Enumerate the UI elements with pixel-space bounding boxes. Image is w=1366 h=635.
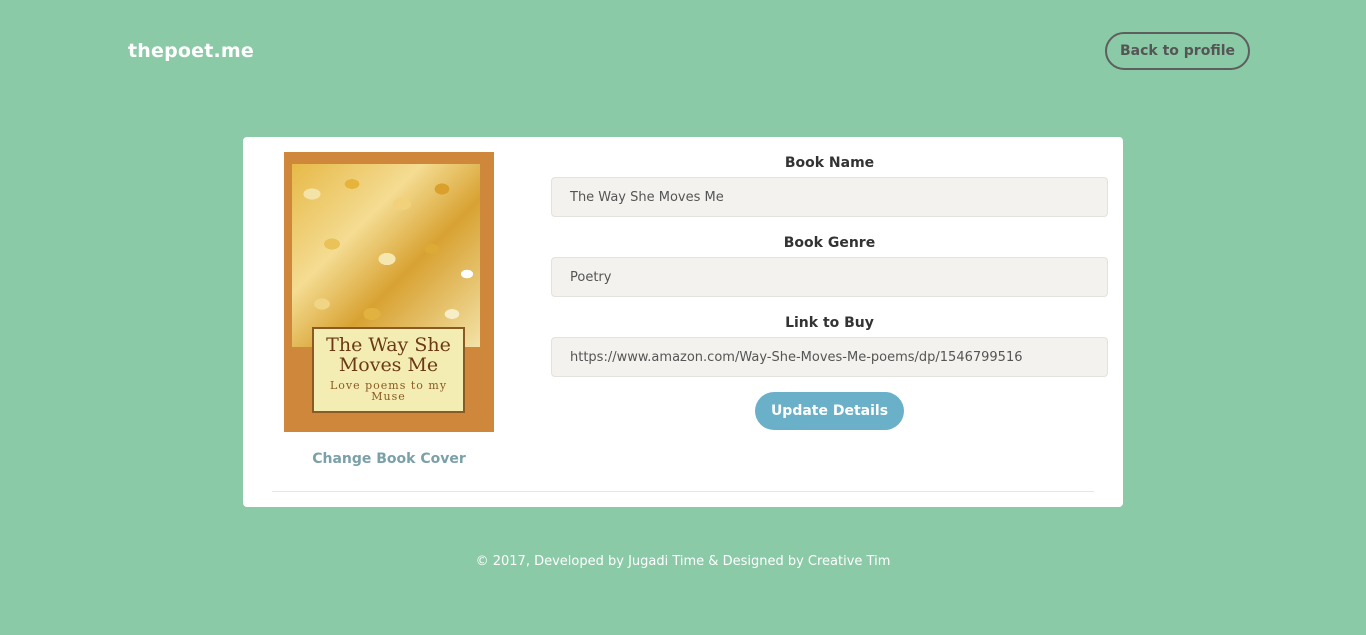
book-genre-input[interactable]: Poetry xyxy=(551,257,1108,297)
book-details-card: The Way She Moves Me Love poems to my Mu… xyxy=(243,137,1123,507)
footer-credits: © 2017, Developed by Jugadi Time & Desig… xyxy=(475,554,891,569)
book-details-form: Book Name The Way She Moves Me Book Genr… xyxy=(551,153,1108,430)
update-details-button[interactable]: Update Details xyxy=(755,392,904,430)
book-name-input[interactable]: The Way She Moves Me xyxy=(551,177,1108,217)
cover-title: The Way She Moves Me xyxy=(326,334,451,376)
cover-subtitle: Love poems to my Muse xyxy=(329,379,448,403)
book-cover-image: The Way She Moves Me Love poems to my Mu… xyxy=(284,152,494,432)
back-to-profile-button[interactable]: Back to profile xyxy=(1105,32,1250,70)
change-book-cover-link[interactable]: Change Book Cover xyxy=(284,451,494,467)
cover-title-plate: The Way She Moves Me Love poems to my Mu… xyxy=(312,327,465,413)
cover-photo-leaves xyxy=(292,164,480,347)
link-to-buy-input[interactable]: https://www.amazon.com/Way-She-Moves-Me-… xyxy=(551,337,1108,377)
link-to-buy-label: Link to Buy xyxy=(785,315,874,331)
brand-logo[interactable]: thepoet.me xyxy=(128,40,254,62)
book-name-label: Book Name xyxy=(784,155,875,171)
book-genre-label: Book Genre xyxy=(783,235,876,251)
card-divider xyxy=(272,491,1094,492)
